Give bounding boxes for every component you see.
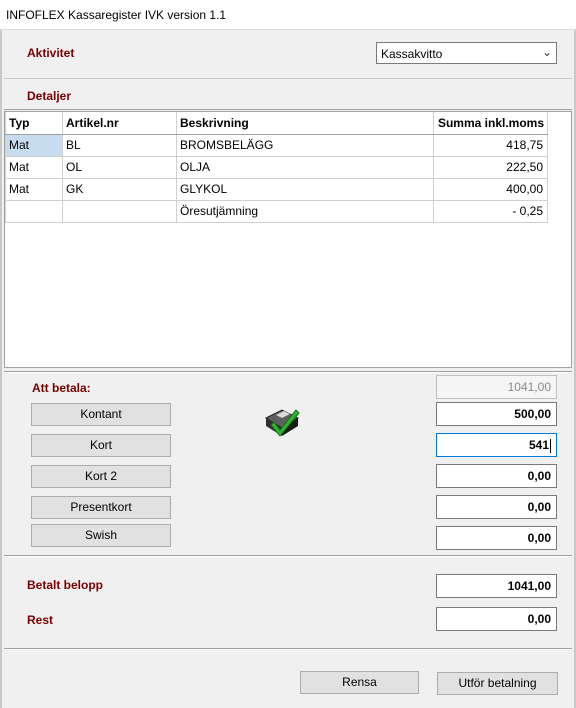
cell-article[interactable] xyxy=(62,199,177,223)
activity-label: Aktivitet xyxy=(27,46,75,60)
details-label: Detaljer xyxy=(27,89,72,103)
paid-amount-field: 1041,00 xyxy=(436,574,557,598)
card-amount-field[interactable]: 541 xyxy=(436,433,557,457)
cell-type[interactable]: Mat xyxy=(5,133,63,157)
table-row[interactable]: Öresutjämning - 0,25 xyxy=(5,199,548,223)
cell-sum[interactable]: 222,50 xyxy=(433,155,548,179)
to-pay-label: Att betala: xyxy=(32,381,91,395)
column-header-type[interactable]: Typ xyxy=(5,112,63,135)
section-divider-highlight xyxy=(4,556,572,557)
rest-field: 0,00 xyxy=(436,607,557,631)
table-row[interactable]: Mat BL BROMSBELÄGG 418,75 xyxy=(5,133,548,157)
cash-amount-field[interactable]: 500,00 xyxy=(436,402,557,426)
column-header-article[interactable]: Artikel.nr xyxy=(62,112,177,135)
swish-amount-field[interactable]: 0,00 xyxy=(436,526,557,550)
column-header-description[interactable]: Beskrivning xyxy=(176,112,434,135)
rest-label: Rest xyxy=(27,613,54,627)
cell-sum[interactable]: 400,00 xyxy=(433,177,548,201)
card2-button[interactable]: Kort 2 xyxy=(31,465,171,488)
chevron-down-icon: ⌄ xyxy=(541,45,552,59)
cell-article[interactable]: GK xyxy=(62,177,177,201)
swish-button[interactable]: Swish xyxy=(31,524,171,547)
details-header: Detaljer xyxy=(4,78,572,110)
cash-button[interactable]: Kontant xyxy=(31,403,171,426)
cell-type[interactable]: Mat xyxy=(5,155,63,179)
table-header-row: Typ Artikel.nr Beskrivning Summa inkl.mo… xyxy=(5,112,548,135)
cell-article[interactable]: BL xyxy=(62,133,177,157)
window-title: INFOFLEX Kassaregister IVK version 1.1 xyxy=(6,8,227,22)
cell-sum[interactable]: 418,75 xyxy=(433,133,548,157)
giftcard-amount-field[interactable]: 0,00 xyxy=(436,495,557,519)
giftcard-button[interactable]: Presentkort xyxy=(31,496,171,519)
activity-select-value: Kassakvitto xyxy=(381,47,443,61)
section-divider-highlight xyxy=(4,649,572,650)
items-grid[interactable]: Typ Artikel.nr Beskrivning Summa inkl.mo… xyxy=(4,111,572,368)
card2-amount-field[interactable]: 0,00 xyxy=(436,464,557,488)
table-row[interactable]: Mat GK GLYKOL 400,00 xyxy=(5,177,548,201)
cell-article[interactable]: OL xyxy=(62,155,177,179)
cell-type[interactable] xyxy=(5,199,63,223)
text-caret xyxy=(550,438,551,453)
disk-checkmark-icon xyxy=(262,404,302,442)
cell-description[interactable]: Öresutjämning xyxy=(176,199,434,223)
card-button[interactable]: Kort xyxy=(31,434,171,457)
table-row[interactable]: Mat OL OLJA 222,50 xyxy=(5,155,548,179)
cell-description[interactable]: GLYKOL xyxy=(176,177,434,201)
card-amount-value: 541 xyxy=(528,438,549,452)
clear-button[interactable]: Rensa xyxy=(300,671,419,694)
column-header-sum[interactable]: Summa inkl.moms xyxy=(433,112,548,135)
cell-sum[interactable]: - 0,25 xyxy=(433,199,548,223)
paid-amount-label: Betalt belopp xyxy=(27,578,104,592)
activity-select[interactable]: Kassakvitto ⌄ xyxy=(376,42,557,64)
window-titlebar: INFOFLEX Kassaregister IVK version 1.1 xyxy=(0,0,576,30)
cell-description[interactable]: BROMSBELÄGG xyxy=(176,133,434,157)
cell-type[interactable]: Mat xyxy=(5,177,63,201)
to-pay-field: 1041,00 xyxy=(436,375,557,399)
window-border-left xyxy=(0,30,2,708)
execute-payment-button[interactable]: Utför betalning xyxy=(437,672,558,695)
cell-description[interactable]: OLJA xyxy=(176,155,434,179)
items-table: Typ Artikel.nr Beskrivning Summa inkl.mo… xyxy=(5,112,548,223)
section-divider-highlight xyxy=(4,372,572,373)
